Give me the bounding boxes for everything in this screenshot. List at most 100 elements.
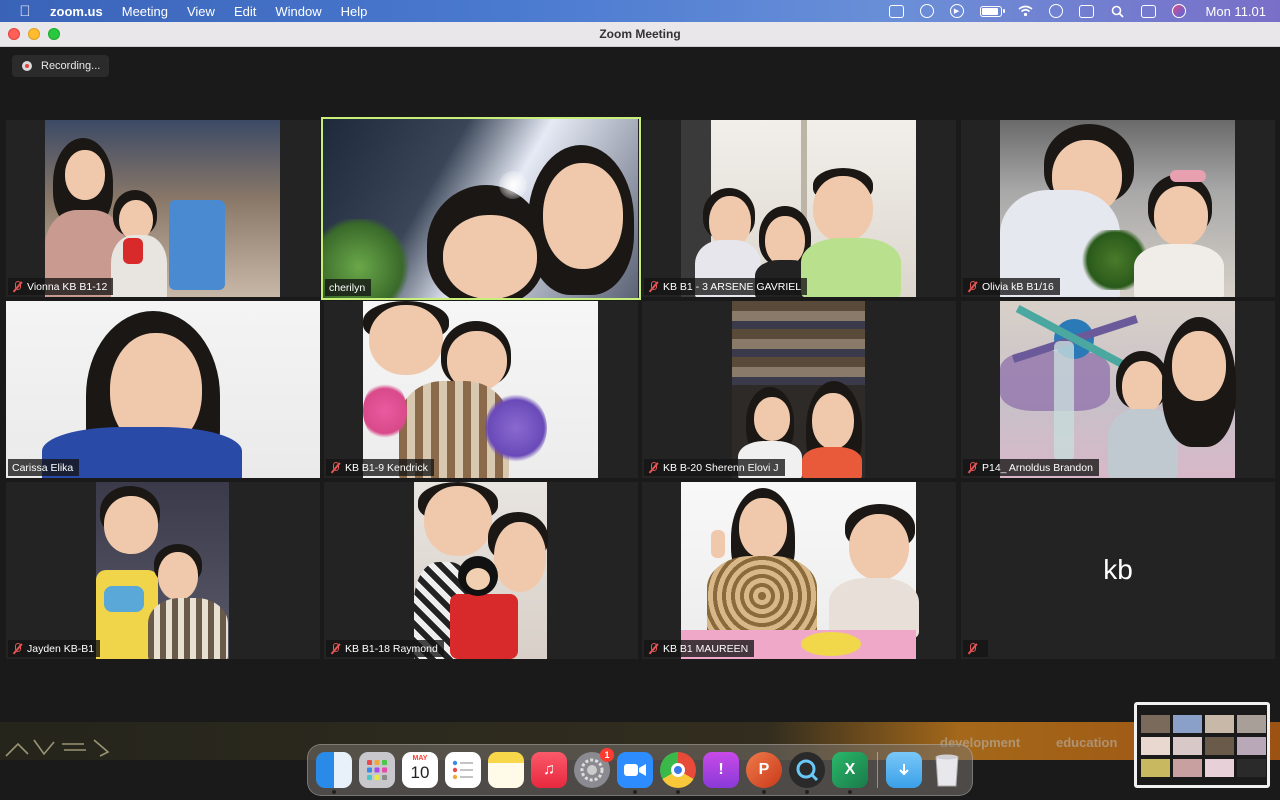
participant-tile[interactable]: Vionna KB B1-12 (6, 120, 320, 297)
dock-separator (877, 752, 878, 788)
participant-video (323, 119, 638, 298)
muted-mic-icon (967, 462, 977, 473)
participant-name: KB B1-18 Raymond (345, 642, 438, 655)
muted-mic-icon (967, 643, 977, 654)
participant-nameplate: KB B1-18 Raymond (326, 640, 444, 657)
participant-tile-active-speaker[interactable]: cherilyn (321, 117, 641, 300)
participant-tile[interactable]: KB B1 - 3 ARSENE GAVRIEL (642, 120, 956, 297)
participant-tile[interactable]: KB B1-9 Kendrick (324, 301, 638, 478)
participant-name: KB B-20 Sherenn Elovi J (663, 461, 779, 474)
muted-mic-icon (648, 643, 658, 654)
apple-icon[interactable]:  (16, 3, 34, 20)
control-center-icon[interactable] (1140, 4, 1156, 18)
participant-tile[interactable]: Carissa Elika (6, 301, 320, 478)
siri-icon[interactable] (1171, 4, 1186, 18)
calendar-month: MAY (412, 755, 428, 762)
participant-name: Vionna KB B1-12 (27, 280, 108, 293)
menu-window[interactable]: Window (275, 4, 321, 19)
muted-mic-icon (12, 643, 22, 654)
participant-nameplate: KB B-20 Sherenn Elovi J (644, 459, 785, 476)
participant-nameplate (963, 640, 988, 657)
participant-avatar-text: kb (1103, 554, 1133, 585)
participant-name: Jayden KB-B1 (27, 642, 95, 655)
launchpad-icon[interactable] (359, 752, 395, 788)
notes-icon[interactable] (488, 752, 524, 788)
participant-tile[interactable]: P14_ Arnoldus Brandon (961, 301, 1275, 478)
menu-bar:  zoom.us Meeting View Edit Window Help … (0, 0, 1280, 22)
participant-nameplate: KB B1 - 3 ARSENE GAVRIEL (644, 278, 808, 295)
participant-name: KB B1 MAUREEN (663, 642, 749, 655)
participant-tile[interactable]: Jayden KB-B1 (6, 482, 320, 659)
participant-nameplate: KB B1-9 Kendrick (326, 459, 434, 476)
participant-video (414, 482, 548, 659)
participant-tile-no-video[interactable]: kb (961, 482, 1275, 659)
participant-video (732, 301, 865, 478)
meeting-thumbnail-preview[interactable] (1134, 702, 1270, 788)
participant-nameplate: KB B1 MAUREEN (644, 640, 755, 657)
quicktime-icon[interactable] (789, 752, 825, 794)
downloads-folder-icon[interactable] (886, 752, 922, 788)
participant-video (681, 482, 919, 659)
display-icon[interactable] (1078, 4, 1094, 18)
chrome-icon[interactable] (660, 752, 696, 794)
participant-tile[interactable]: Olivia kB B1/16 (961, 120, 1275, 297)
participant-name: KB B1-9 Kendrick (345, 461, 428, 474)
dock: MAY 10 ♫ 1 ! P X (307, 744, 973, 796)
search-icon[interactable] (1110, 5, 1125, 18)
calendar-day: 10 (410, 763, 430, 782)
muted-mic-icon (967, 281, 977, 292)
menu-clock[interactable]: Mon 11.01 (1206, 4, 1266, 19)
participant-video (45, 120, 280, 297)
participant-name: cherilyn (329, 281, 366, 294)
participant-name: KB B1 - 3 ARSENE GAVRIEL (663, 280, 802, 293)
menu-meeting[interactable]: Meeting (122, 4, 168, 19)
wifi-icon[interactable] (1018, 5, 1033, 18)
music-icon[interactable]: ♫ (531, 752, 567, 788)
participant-name: Carissa Elika (12, 461, 74, 474)
muted-mic-icon (648, 462, 658, 473)
zoom-app-icon[interactable] (617, 752, 653, 794)
zoom-status-icon[interactable] (888, 4, 904, 18)
menu-edit[interactable]: Edit (234, 4, 256, 19)
participant-nameplate: Carissa Elika (8, 459, 80, 476)
recording-label: Recording... (41, 60, 101, 72)
reminders-icon[interactable] (445, 752, 481, 788)
zoom-window: Zoom Meeting Recording... Vionna KB B1-1… (0, 22, 1280, 800)
calendar-icon[interactable]: MAY 10 (402, 752, 438, 788)
participant-name: Olivia kB B1/16 (982, 280, 1054, 293)
participant-video (1000, 120, 1235, 297)
participant-video (681, 120, 916, 297)
recording-indicator[interactable]: Recording... (12, 55, 110, 77)
title-bar[interactable]: Zoom Meeting (0, 22, 1280, 47)
muted-mic-icon (330, 643, 340, 654)
trash-icon[interactable] (929, 752, 965, 788)
participant-name: P14_ Arnoldus Brandon (982, 461, 1093, 474)
feedback-icon[interactable]: ! (703, 752, 739, 788)
participant-tile[interactable]: KB B-20 Sherenn Elovi J (642, 301, 956, 478)
record-icon (22, 61, 32, 71)
menu-view[interactable]: View (187, 4, 215, 19)
participant-nameplate: P14_ Arnoldus Brandon (963, 459, 1099, 476)
desktop-doodle-icon (5, 739, 110, 757)
participant-nameplate: Jayden KB-B1 (8, 640, 101, 657)
participant-tile[interactable]: KB B1-18 Raymond (324, 482, 638, 659)
participant-tile[interactable]: KB B1 MAUREEN (642, 482, 956, 659)
creative-cloud-icon[interactable] (919, 4, 934, 18)
participant-video (96, 482, 229, 659)
muted-mic-icon (12, 281, 22, 292)
finder-icon[interactable] (316, 752, 352, 794)
menu-app-name[interactable]: zoom.us (50, 4, 103, 19)
muted-mic-icon (330, 462, 340, 473)
system-preferences-icon[interactable]: 1 (574, 748, 614, 788)
desktop-text-education: education (1056, 735, 1118, 750)
play-icon[interactable]: ▶ (949, 4, 964, 18)
menu-help[interactable]: Help (341, 4, 368, 19)
window-title: Zoom Meeting (599, 27, 681, 41)
muted-mic-icon (648, 281, 658, 292)
battery-icon[interactable] (979, 5, 1005, 17)
user-icon[interactable] (1048, 4, 1063, 18)
settings-badge: 1 (600, 748, 614, 762)
excel-icon[interactable]: X (832, 752, 868, 794)
participant-video (363, 301, 598, 478)
powerpoint-icon[interactable]: P (746, 752, 782, 794)
